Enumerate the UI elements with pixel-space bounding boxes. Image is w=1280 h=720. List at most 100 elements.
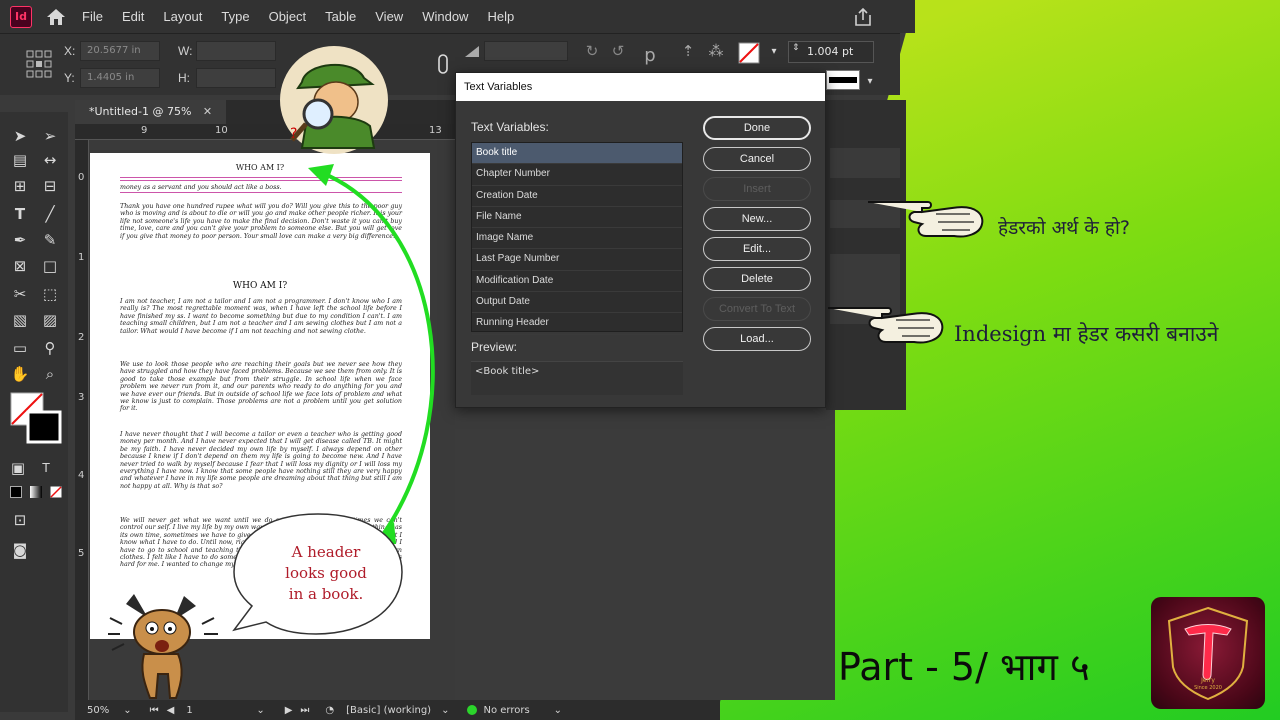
preflight-profile[interactable]: [Basic] (working) bbox=[346, 705, 431, 716]
list-item[interactable]: File Name bbox=[472, 207, 682, 229]
close-icon[interactable]: ✕ bbox=[203, 105, 212, 118]
rectangle-tool-icon[interactable]: □ bbox=[40, 256, 60, 276]
hand-tool-icon[interactable]: ✋ bbox=[10, 364, 30, 384]
convert-to-text-button[interactable]: Convert To Text bbox=[703, 297, 811, 321]
reference-point-icon[interactable] bbox=[26, 50, 52, 78]
next-page-icon[interactable]: ▶ bbox=[285, 705, 293, 716]
first-page-icon[interactable]: ⏮ bbox=[150, 705, 159, 716]
new-button[interactable]: New... bbox=[703, 207, 811, 231]
gap-tool-icon[interactable]: ↔ bbox=[40, 150, 60, 170]
menu-type[interactable]: Type bbox=[221, 9, 249, 24]
formatting-container-icon[interactable]: ▣ bbox=[8, 458, 28, 478]
shear-field[interactable] bbox=[484, 41, 568, 61]
apply-color-icon[interactable] bbox=[10, 486, 22, 498]
tab-untitled-1[interactable]: *Untitled-1 @ 75% ✕ bbox=[75, 100, 227, 124]
free-transform-tool-icon[interactable]: ⬚ bbox=[40, 284, 60, 304]
formatting-text-icon[interactable]: T bbox=[36, 458, 56, 478]
curved-arrow-icon bbox=[308, 164, 435, 544]
rectangle-frame-tool-icon[interactable]: ⊠ bbox=[10, 256, 30, 276]
list-item[interactable]: Image Name bbox=[472, 228, 682, 250]
menu-view[interactable]: View bbox=[375, 9, 403, 24]
menu-layout[interactable]: Layout bbox=[163, 9, 202, 24]
gradient-feather-tool-icon[interactable]: ▨ bbox=[40, 310, 60, 330]
vertical-ruler[interactable]: 0 1 2 3 4 5 bbox=[75, 140, 89, 700]
pointing-hand-icon bbox=[828, 307, 944, 344]
load-button[interactable]: Load... bbox=[703, 327, 811, 351]
home-icon[interactable] bbox=[46, 8, 66, 26]
mode-icon[interactable]: ⊡ bbox=[10, 510, 30, 530]
page-number-field[interactable]: 1 bbox=[186, 705, 256, 716]
selection-tool-icon[interactable]: ➤ bbox=[10, 126, 30, 146]
menu-table[interactable]: Table bbox=[325, 9, 356, 24]
scissors-tool-icon[interactable]: ✂ bbox=[10, 284, 30, 304]
chevron-down-icon[interactable]: ⌄ bbox=[123, 705, 131, 716]
menu-file[interactable]: File bbox=[82, 9, 103, 24]
w-field[interactable] bbox=[196, 41, 276, 61]
flip-icon[interactable]: p bbox=[640, 46, 660, 66]
list-item[interactable]: Modification Date bbox=[472, 271, 682, 293]
distribute-icon[interactable]: ⁂ bbox=[706, 41, 726, 61]
chevron-down-icon[interactable]: ▾ bbox=[764, 42, 784, 62]
select-container-icon[interactable]: ⇡ bbox=[678, 41, 698, 61]
constrain-link-icon[interactable] bbox=[437, 54, 449, 74]
stepper-icon[interactable]: ⇕ bbox=[792, 43, 800, 53]
menu-edit[interactable]: Edit bbox=[122, 9, 144, 24]
previous-page-icon[interactable]: ◀ bbox=[167, 705, 175, 716]
stroke-weight-field[interactable]: 1.004 pt bbox=[788, 41, 874, 63]
errors-status[interactable]: No errors bbox=[483, 705, 529, 716]
pen-tool-icon[interactable]: ✒ bbox=[10, 230, 30, 250]
menu-object[interactable]: Object bbox=[269, 9, 307, 24]
list-item[interactable]: Last Page Number bbox=[472, 249, 682, 271]
note-tool-icon[interactable]: ▭ bbox=[10, 338, 30, 358]
pencil-tool-icon[interactable]: ✎ bbox=[40, 230, 60, 250]
menu-help[interactable]: Help bbox=[487, 9, 514, 24]
dialog-title[interactable]: Text Variables bbox=[456, 73, 825, 101]
chevron-down-icon[interactable]: ⌄ bbox=[554, 705, 562, 716]
zoom-level[interactable]: 50% bbox=[87, 705, 109, 716]
preflight-profile-icon[interactable]: ◔ bbox=[325, 705, 334, 716]
insert-button[interactable]: Insert bbox=[703, 177, 811, 201]
line-tool-icon[interactable]: ╱ bbox=[40, 204, 60, 224]
x-field[interactable]: 20.5677 in bbox=[80, 41, 160, 61]
rotate-cw-icon[interactable]: ↻ bbox=[582, 41, 602, 61]
ruler-number: 10 bbox=[215, 125, 228, 136]
content-collector-icon[interactable]: ⊞ bbox=[10, 176, 30, 196]
list-item[interactable]: Running Header bbox=[472, 313, 682, 335]
share-icon[interactable] bbox=[853, 7, 873, 27]
chevron-down-icon[interactable]: ▾ bbox=[860, 72, 880, 92]
cancel-button[interactable]: Cancel bbox=[703, 147, 811, 171]
chevron-down-icon[interactable]: ⌄ bbox=[441, 705, 449, 716]
content-placer-icon[interactable]: ⊟ bbox=[40, 176, 60, 196]
stroke-style-field[interactable] bbox=[826, 70, 860, 90]
chevron-down-icon[interactable]: ⌄ bbox=[256, 705, 264, 716]
apply-none-icon[interactable] bbox=[50, 486, 62, 498]
list-item[interactable]: Chapter Number bbox=[472, 164, 682, 186]
direct-selection-tool-icon[interactable]: ➢ bbox=[40, 126, 60, 146]
apply-gradient-icon[interactable] bbox=[30, 486, 42, 498]
horizontal-ruler[interactable]: 9 10 13 bbox=[75, 124, 455, 140]
zoom-tool-icon[interactable]: ⌕ bbox=[40, 364, 60, 384]
fill-stroke-swatch-icon[interactable] bbox=[10, 392, 62, 444]
h-field[interactable] bbox=[196, 68, 276, 88]
list-item[interactable]: Book title bbox=[472, 143, 682, 165]
ruler-number: 13 bbox=[429, 125, 442, 136]
shear-icon[interactable] bbox=[464, 44, 480, 58]
delete-button[interactable]: Delete bbox=[703, 267, 811, 291]
y-field[interactable]: 1.4405 in bbox=[80, 68, 160, 88]
stroke-none-swatch-icon[interactable] bbox=[738, 42, 760, 64]
indesign-logo-icon[interactable]: Id bbox=[10, 5, 32, 28]
eyedropper-tool-icon[interactable]: ⚲ bbox=[40, 338, 60, 358]
tab-label: *Untitled-1 @ 75% bbox=[89, 105, 192, 118]
list-item[interactable]: Creation Date bbox=[472, 186, 682, 207]
gradient-swatch-tool-icon[interactable]: ▧ bbox=[10, 310, 30, 330]
rotate-ccw-icon[interactable]: ↺ bbox=[608, 41, 628, 61]
variables-list[interactable]: Book title Chapter Number Creation Date … bbox=[471, 142, 683, 335]
last-page-icon[interactable]: ⏭ bbox=[300, 705, 309, 716]
edit-button[interactable]: Edit... bbox=[703, 237, 811, 261]
list-item[interactable]: Output Date bbox=[472, 292, 682, 314]
menu-window[interactable]: Window bbox=[422, 9, 468, 24]
screen-mode-icon[interactable]: ◙ bbox=[10, 540, 30, 560]
page-tool-icon[interactable]: ▤ bbox=[10, 150, 30, 170]
done-button[interactable]: Done bbox=[703, 116, 811, 140]
type-tool-icon[interactable]: T bbox=[10, 204, 30, 224]
